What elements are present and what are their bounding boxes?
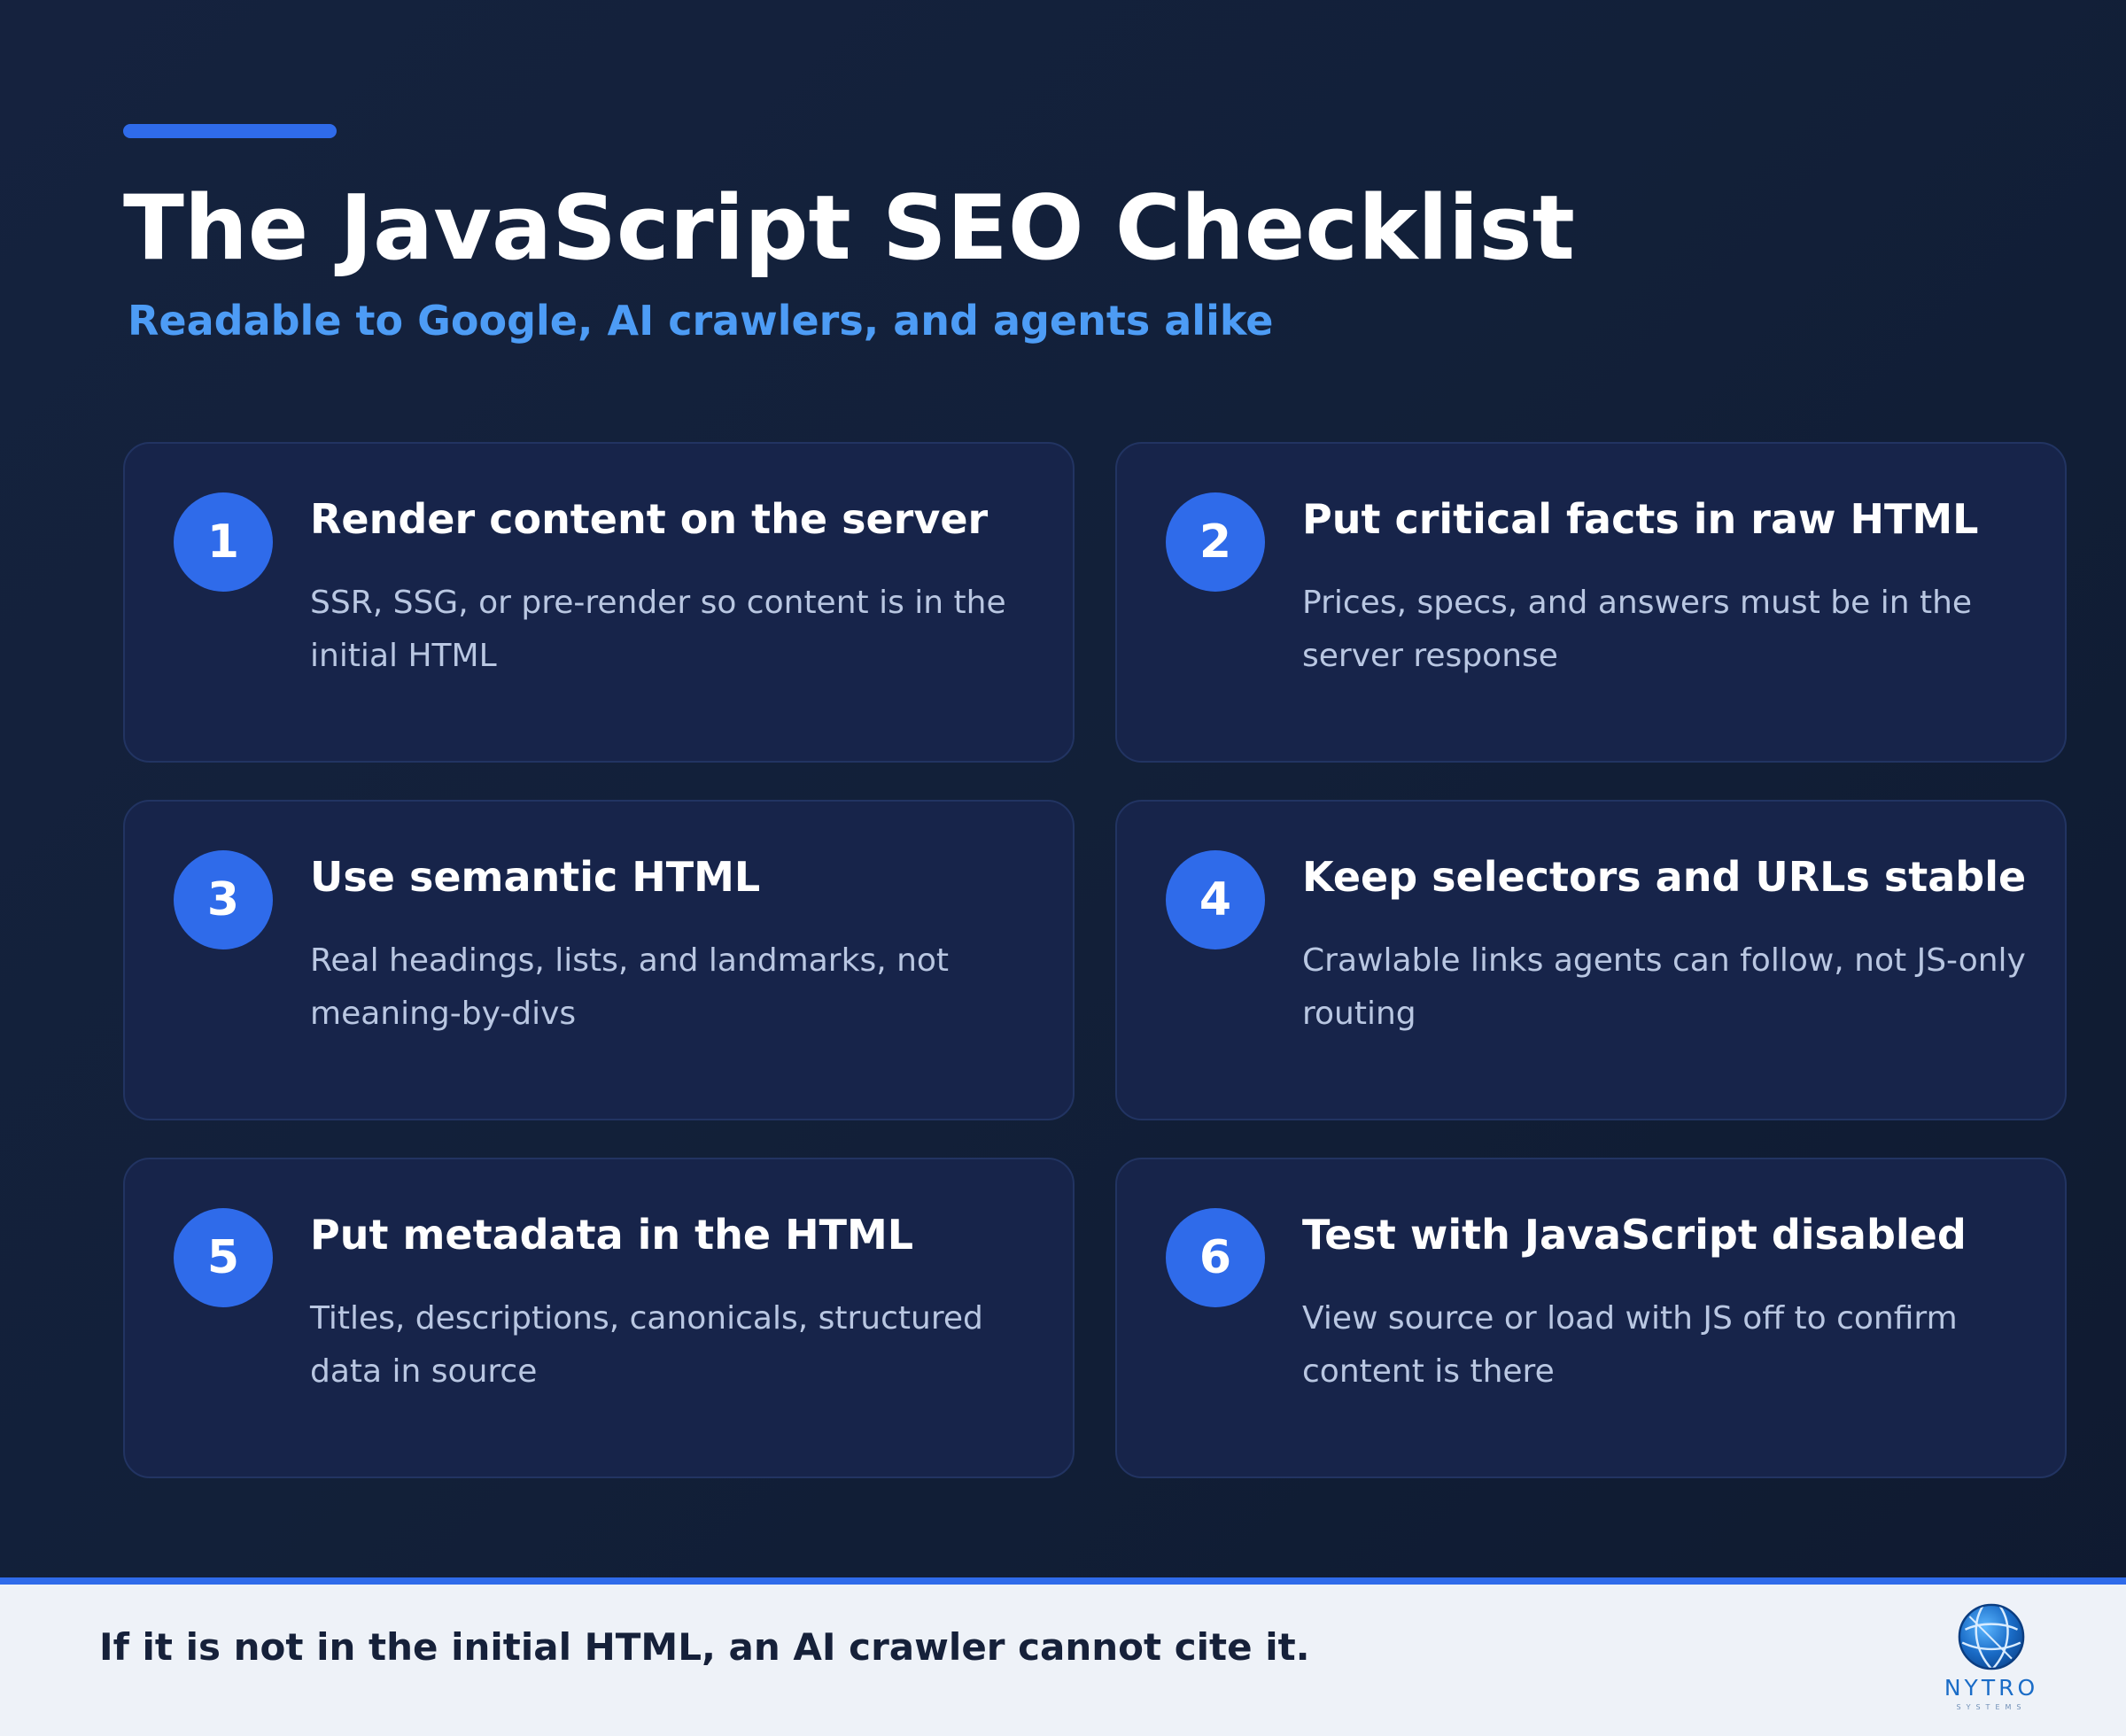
card-title: Put critical facts in raw HTML xyxy=(1302,495,1979,543)
card-description: SSR, SSG, or pre-render so content is in… xyxy=(310,585,1006,674)
footer-tagline: If it is not in the initial HTML, an AI … xyxy=(99,1625,1310,1669)
step-number-badge: 4 xyxy=(1166,850,1265,949)
checklist-infographic: The JavaScript SEO Checklist Readable to… xyxy=(0,0,2126,1736)
title-accent-bar xyxy=(123,124,337,138)
page-title: The JavaScript SEO Checklist xyxy=(123,175,1575,280)
step-number-badge: 1 xyxy=(174,492,273,592)
checklist-card-6: 6 Test with JavaScript disabled View sou… xyxy=(1115,1158,2067,1478)
step-number-badge: 5 xyxy=(174,1208,273,1307)
checklist-card-5: 5 Put metadata in the HTML Titles, descr… xyxy=(123,1158,1075,1478)
footer-banner: If it is not in the initial HTML, an AI … xyxy=(0,1577,2126,1736)
step-number-badge: 3 xyxy=(174,850,273,949)
checklist-card-4: 4 Keep selectors and URLs stable Crawlab… xyxy=(1115,800,2067,1120)
step-number-badge: 6 xyxy=(1166,1208,1265,1307)
card-description: View source or load with JS off to confi… xyxy=(1302,1300,1958,1390)
card-title: Test with JavaScript disabled xyxy=(1302,1211,1967,1259)
card-description: Crawlable links agents can follow, not J… xyxy=(1302,942,2026,1032)
nytro-logo: NYTRO SYSTEMS xyxy=(1920,1600,2062,1724)
card-title: Render content on the server xyxy=(310,495,989,543)
step-number-badge: 2 xyxy=(1166,492,1265,592)
checklist-card-3: 3 Use semantic HTML Real headings, lists… xyxy=(123,800,1075,1120)
card-description: Prices, specs, and answers must be in th… xyxy=(1302,585,1973,674)
checklist-card-2: 2 Put critical facts in raw HTML Prices,… xyxy=(1115,442,2067,763)
card-description: Real headings, lists, and landmarks, not… xyxy=(310,942,950,1032)
card-description: Titles, descriptions, canonicals, struct… xyxy=(310,1300,983,1390)
card-title: Use semantic HTML xyxy=(310,853,761,901)
card-title: Put metadata in the HTML xyxy=(310,1211,914,1259)
checklist-card-1: 1 Render content on the server SSR, SSG,… xyxy=(123,442,1075,763)
globe-icon xyxy=(1958,1603,2025,1670)
logo-subtext: SYSTEMS xyxy=(1956,1703,2027,1711)
logo-wordmark: NYTRO xyxy=(1944,1675,2039,1701)
card-title: Keep selectors and URLs stable xyxy=(1302,853,2027,901)
page-subtitle: Readable to Google, AI crawlers, and age… xyxy=(128,297,1274,345)
checklist-grid: 1 Render content on the server SSR, SSG,… xyxy=(123,442,2067,1478)
